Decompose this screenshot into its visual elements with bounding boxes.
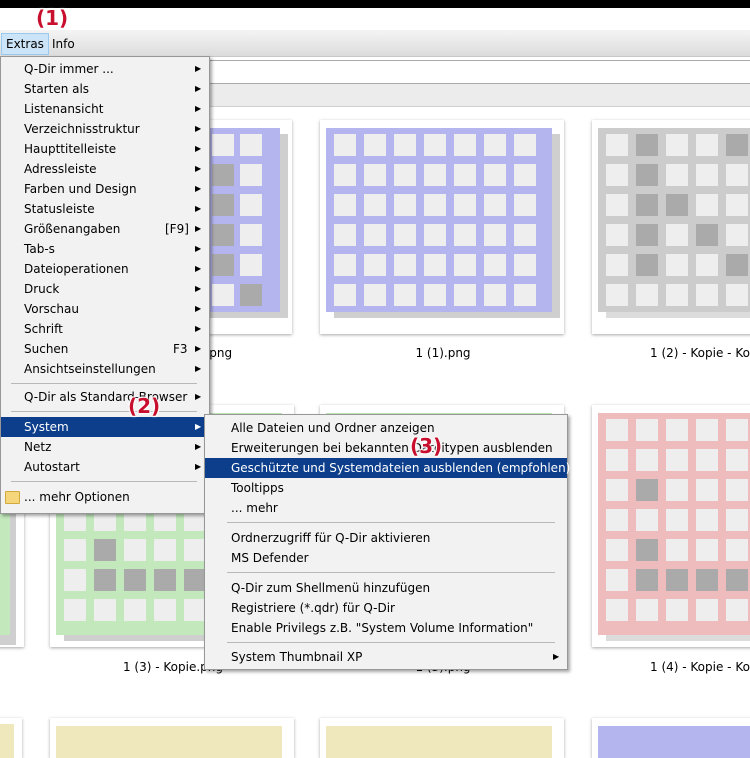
submenu-arrow-icon: ▶ (195, 104, 202, 113)
menu-item[interactable]: Listenansicht ▶ (1, 99, 209, 119)
submenu-arrow-icon: ▶ (195, 84, 202, 93)
menu-item[interactable]: Dateioperationen ▶ (1, 259, 209, 279)
submenu-arrow-icon: ▶ (195, 164, 202, 173)
menu-item[interactable]: Druck ▶ (1, 279, 209, 299)
menu-item-label: Schrift (24, 322, 63, 336)
thumbnail-row3-2[interactable] (320, 718, 564, 758)
menu-item[interactable]: Statusleiste ▶ (1, 199, 209, 219)
menu-item-label: Größenangaben (24, 222, 121, 236)
menu-item-geschuetzte-systemdateien[interactable]: Geschützte und Systemdateien ausblenden … (205, 458, 570, 478)
menu-separator (227, 642, 555, 643)
submenu-arrow-icon: ▶ (195, 364, 202, 373)
menu-item-label: Suchen (24, 342, 69, 356)
submenu-arrow-icon: ▶ (195, 324, 202, 333)
submenu-arrow-icon: ▶ (553, 652, 560, 661)
submenu-arrow-icon: ▶ (195, 304, 202, 313)
menu-item-tooltipps[interactable]: Tooltipps (205, 478, 567, 498)
menu-extras[interactable]: Extras (1, 33, 49, 55)
menu-separator (227, 522, 555, 523)
menu-item-label: Statusleiste (24, 202, 95, 216)
toolbar-strip (208, 84, 750, 107)
menu-item[interactable]: Suchen F3 ▶ (1, 339, 209, 359)
menu-item-ms-defender[interactable]: MS Defender (205, 548, 567, 568)
menu-item[interactable]: Schrift ▶ (1, 319, 209, 339)
submenu-arrow-icon: ▶ (195, 264, 202, 273)
menu-item-system[interactable]: System ▶ (1, 417, 209, 437)
menu-item-label: Adressleiste (24, 162, 97, 176)
submenu-arrow-icon: ▶ (195, 284, 202, 293)
submenu-arrow-icon: ▶ (195, 124, 202, 133)
address-bar[interactable] (208, 60, 750, 84)
submenu-arrow-icon: ▶ (195, 344, 202, 353)
menu-item-shellmenue[interactable]: Q-Dir zum Shellmenü hinzufügen (205, 578, 567, 598)
menu-item[interactable]: Haupttitelleiste ▶ (1, 139, 209, 159)
menu-separator (11, 383, 197, 384)
menu-item-mehr[interactable]: ... mehr (205, 498, 567, 518)
extras-menu: Q-Dir immer ... ▶ Starten als ▶ Listenansich… (0, 56, 210, 514)
menu-item-mehr-optionen[interactable]: ... mehr Optionen (1, 487, 209, 507)
menu-item[interactable]: Vorschau ▶ (1, 299, 209, 319)
callout-3: (3) (410, 434, 443, 458)
menu-item-label: Vorschau (24, 302, 79, 316)
submenu-arrow-icon: ▶ (195, 64, 202, 73)
menu-item[interactable]: Starten als ▶ (1, 79, 209, 99)
thumbnail-1-4-kopie[interactable] (592, 405, 750, 647)
menu-item[interactable]: Farben und Design ▶ (1, 179, 209, 199)
menu-item-alle-dateien[interactable]: Alle Dateien und Ordner anzeigen (205, 418, 567, 438)
thumbnail-1-2-kopie[interactable] (592, 120, 750, 334)
menu-item-ordnerzugriff[interactable]: Ordnerzugriff für Q-Dir aktivieren (205, 528, 567, 548)
menu-item[interactable]: Verzeichnisstruktur ▶ (1, 119, 209, 139)
submenu-arrow-icon: ▶ (195, 462, 202, 471)
menu-item[interactable]: Ansichtseinstellungen ▶ (1, 359, 209, 379)
window-top-bar (0, 0, 750, 8)
menu-separator (11, 481, 197, 482)
menu-item-label: Listenansicht (24, 102, 104, 116)
menu-item-label: Starten als (24, 82, 90, 96)
folder-icon (5, 491, 20, 504)
menu-item-label: Q-Dir immer ... (24, 62, 114, 76)
menu-item-shortcut: F3 (173, 342, 188, 356)
file-caption: 1 (4) - Kopie - Kopie (650, 660, 750, 674)
menu-item-label: Farben und Design (24, 182, 137, 196)
menu-item-system-thumbnail-xp[interactable]: System Thumbnail XP ▶ (205, 647, 567, 667)
file-caption: 1 (1).png (415, 346, 471, 360)
submenu-arrow-icon: ▶ (195, 392, 202, 401)
menu-item[interactable]: Größenangaben [F9] ▶ (1, 219, 209, 239)
menu-item[interactable]: Q-Dir immer ... ▶ (1, 59, 209, 79)
menu-item[interactable]: Adressleiste ▶ (1, 159, 209, 179)
menu-separator (227, 572, 555, 573)
thumbnail-1-1-png[interactable] (320, 120, 564, 334)
menu-item-label: Druck (24, 282, 60, 296)
menu-info[interactable]: Info (48, 34, 79, 54)
menu-item-shortcut: [F9] (165, 222, 189, 236)
menu-item-label: Dateioperationen (24, 262, 129, 276)
menu-item-label: Verzeichnisstruktur (24, 122, 140, 136)
menu-item-erweiterungen[interactable]: Erweiterungen bei bekannten Dateitypen a… (205, 438, 567, 458)
menu-bar: Extras Info (0, 30, 750, 57)
submenu-arrow-icon: ▶ (195, 144, 202, 153)
thumbnail-row3-left[interactable] (0, 718, 22, 758)
menu-item-netz[interactable]: Netz ▶ (1, 437, 209, 457)
submenu-arrow-icon: ▶ (195, 422, 202, 431)
submenu-arrow-icon: ▶ (195, 244, 202, 253)
menu-item-label: Haupttitelleiste (24, 142, 117, 156)
submenu-arrow-icon: ▶ (195, 184, 202, 193)
menu-item-autostart[interactable]: Autostart ▶ (1, 457, 209, 477)
thumbnail-row3-3[interactable] (592, 718, 750, 758)
menu-item-registriere-qdr[interactable]: Registriere (*.qdr) für Q-Dir (205, 598, 567, 618)
menu-separator (11, 411, 197, 412)
menu-item-standard-browser[interactable]: Q-Dir als Standard-Browser ▶ (1, 387, 209, 407)
submenu-arrow-icon: ▶ (195, 224, 202, 233)
file-caption: 1 (2) - Kopie - Kopie (650, 346, 750, 360)
callout-1: (1) (36, 6, 69, 30)
callout-2: (2) (128, 394, 161, 418)
menu-item-label: Tab-s (24, 242, 55, 256)
submenu-arrow-icon: ▶ (195, 204, 202, 213)
menu-item-enable-privilegs[interactable]: Enable Privilegs z.B. "System Volume Inf… (205, 618, 567, 638)
menu-item-label: Ansichtseinstellungen (24, 362, 156, 376)
menu-item[interactable]: Tab-s ▶ (1, 239, 209, 259)
thumbnail-row3-1[interactable] (50, 718, 294, 758)
submenu-arrow-icon: ▶ (195, 442, 202, 451)
system-submenu: Alle Dateien und Ordner anzeigen Erweite… (204, 414, 570, 670)
